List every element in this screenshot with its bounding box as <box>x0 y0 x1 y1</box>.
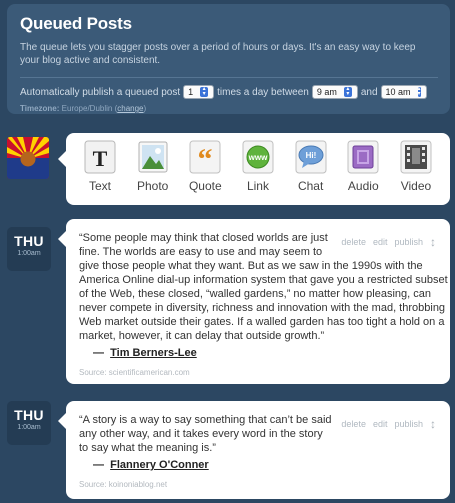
svg-text:Hi!: Hi! <box>305 151 316 160</box>
quote-source: Source: scientificamerican.com <box>79 368 190 377</box>
quote-text: “A story is a way to say something that … <box>79 413 332 455</box>
queue-settings-panel: Queued Posts The queue lets you stagger … <box>7 4 450 114</box>
video-icon <box>400 140 432 174</box>
post-type-bar: T Text Photo “ Quote www Link Hi! Chat A… <box>58 133 450 205</box>
post-day: THU <box>14 233 44 249</box>
post-type-label: Quote <box>188 179 222 193</box>
post-date-badge: THU 1:00am <box>7 401 51 445</box>
svg-text:www: www <box>248 153 268 162</box>
post-type-text[interactable]: T Text <box>77 139 123 205</box>
queued-post-card: delete edit publish ↕ “Some people may t… <box>58 219 450 384</box>
photo-icon <box>138 141 168 173</box>
quote-line: give those people what they want. But as… <box>79 260 423 272</box>
post-type-link[interactable]: www Link <box>235 139 281 205</box>
end-time-value: 10 am <box>385 87 411 97</box>
attribution-dash: — <box>93 459 104 471</box>
schedule-text-1: Automatically publish a queued post <box>20 86 181 98</box>
page-title: Queued Posts <box>20 14 132 33</box>
post-type-video[interactable]: Video <box>393 139 439 205</box>
delete-button[interactable]: delete <box>341 419 366 429</box>
quote-source: Source: koinoniablog.net <box>79 480 168 489</box>
post-type-label: Chat <box>297 179 324 193</box>
post-type-chat[interactable]: Hi! Chat <box>288 139 334 205</box>
schedule-text-3: and <box>360 86 378 98</box>
timezone-row: Timezone: Europe/Dublin (change) <box>20 104 147 113</box>
post-controls: delete edit publish ↕ <box>334 417 436 431</box>
text-icon: T <box>84 140 116 174</box>
post-date-badge: THU 1:00am <box>7 227 51 271</box>
post-day: THU <box>14 407 44 423</box>
publish-schedule-row: Automatically publish a queued post 1 ▴ ▾… <box>20 85 437 99</box>
start-time-value: 9 am <box>316 87 337 97</box>
chat-icon: Hi! <box>295 140 327 174</box>
posts-per-day-select[interactable]: 1 ▴ ▾ <box>183 85 215 99</box>
quote-line: Web market outside their gates. If a wal… <box>79 316 445 328</box>
schedule-text-2: times a day between <box>217 86 309 98</box>
queued-post-card: delete edit publish ↕ “A story is a way … <box>58 401 450 499</box>
quote-line: to say what the meaning is.” <box>79 442 216 454</box>
svg-text:T: T <box>93 146 108 171</box>
quote-line: America Online dial-up information syste… <box>79 274 448 286</box>
quote-line: never compete in diversity, richness and… <box>79 302 446 314</box>
quote-line: any other way, and it takes every word i… <box>79 428 323 440</box>
attribution-dash: — <box>93 347 104 359</box>
audio-icon <box>347 140 379 174</box>
post-type-label: Video <box>400 179 432 193</box>
quote-line: “A story is a way to say something that … <box>79 414 332 426</box>
post-time: 1:00am <box>17 424 41 431</box>
avatar[interactable] <box>7 137 49 179</box>
quote-text: “Some people may think that closed world… <box>79 231 448 343</box>
edit-button[interactable]: edit <box>373 419 388 429</box>
start-time-select[interactable]: 9 am ▴ ▾ <box>311 85 358 99</box>
quote-icon: “ <box>189 140 221 175</box>
drag-handle-icon[interactable]: ↕ <box>430 417 436 431</box>
post-type-photo[interactable]: Photo <box>130 139 176 205</box>
divider <box>20 77 438 78</box>
quote-attribution: — Tim Berners-Lee <box>93 347 197 359</box>
publish-button[interactable]: publish <box>394 419 423 429</box>
select-arrows-icon: ▴ ▾ <box>200 86 209 97</box>
post-type-label: Text <box>88 179 111 193</box>
timezone-change-link[interactable]: change <box>117 104 143 113</box>
arizona-flag-icon <box>7 137 49 179</box>
select-arrows-icon: ▴ ▾ <box>343 86 352 97</box>
quote-line: market, however, it can delay that outsi… <box>79 330 325 342</box>
quote-line: fine. The worlds are easy to use and may… <box>79 246 323 258</box>
post-type-label: Audio <box>347 179 379 193</box>
post-type-label: Photo <box>136 179 169 193</box>
attribution-link[interactable]: Tim Berners-Lee <box>110 347 197 359</box>
queue-description: The queue lets you stagger posts over a … <box>20 42 416 66</box>
quote-line: “Some people may think that closed world… <box>79 232 328 244</box>
post-type-audio[interactable]: Audio <box>340 139 386 205</box>
svg-text:“: “ <box>198 143 213 175</box>
attribution-link[interactable]: Flannery O'Conner <box>110 459 209 471</box>
post-type-quote[interactable]: “ Quote <box>182 139 228 205</box>
posts-per-day-value: 1 <box>188 87 194 97</box>
end-time-select[interactable]: 10 am ▴ ▾ <box>380 85 427 99</box>
select-arrows-icon: ▴ ▾ <box>417 86 421 97</box>
link-icon: www <box>242 140 274 174</box>
quote-attribution: — Flannery O'Conner <box>93 459 209 471</box>
post-type-label: Link <box>246 179 269 193</box>
quote-line: of the Web, these closed, “walled garden… <box>79 288 431 300</box>
timezone-value: Europe/Dublin <box>61 104 113 113</box>
post-time: 1:00am <box>17 250 41 257</box>
timezone-label: Timezone: <box>20 104 60 113</box>
